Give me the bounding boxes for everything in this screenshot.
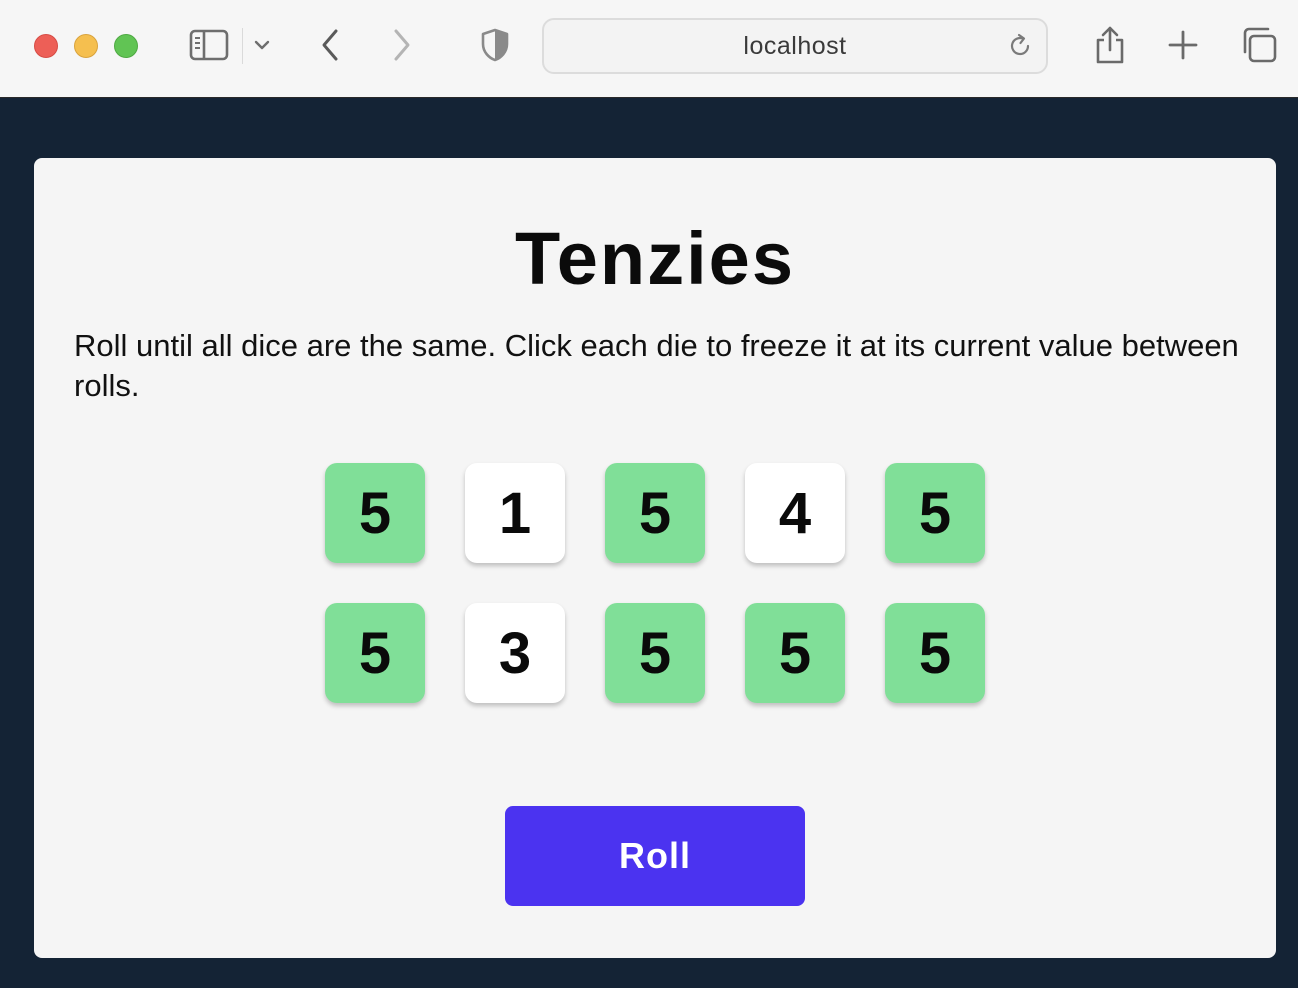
plus-icon[interactable] [1166,28,1200,62]
shield-icon[interactable] [478,26,512,64]
die[interactable]: 5 [885,603,985,703]
die[interactable]: 3 [465,603,565,703]
tabs-overview-icon[interactable] [1240,26,1278,64]
dice-grid: 5 1 5 4 5 5 3 5 5 5 [325,463,985,703]
die[interactable]: 4 [745,463,845,563]
die[interactable]: 5 [605,463,705,563]
toolbar-divider [242,28,243,64]
sidebar-icon[interactable] [188,28,230,62]
address-text: localhost [743,31,847,60]
game-card: Tenzies Roll until all dice are the same… [34,158,1276,958]
die[interactable]: 5 [605,603,705,703]
die[interactable]: 5 [325,463,425,563]
close-window-button[interactable] [34,34,58,58]
minimize-window-button[interactable] [74,34,98,58]
die[interactable]: 5 [745,603,845,703]
chevron-down-icon[interactable] [252,36,272,54]
die[interactable]: 5 [885,463,985,563]
chevron-left-icon[interactable] [314,26,346,64]
share-icon[interactable] [1092,24,1128,66]
browser-toolbar: localhost [0,0,1298,98]
address-bar[interactable]: localhost [542,18,1048,74]
reload-icon[interactable] [1006,32,1034,60]
page-title: Tenzies [515,217,795,300]
chevron-right-icon[interactable] [386,26,418,64]
instructions-text: Roll until all dice are the same. Click … [74,328,1239,403]
die[interactable]: 1 [465,463,565,563]
roll-button[interactable]: Roll [505,806,805,906]
die[interactable]: 5 [325,603,425,703]
zoom-window-button[interactable] [114,34,138,58]
